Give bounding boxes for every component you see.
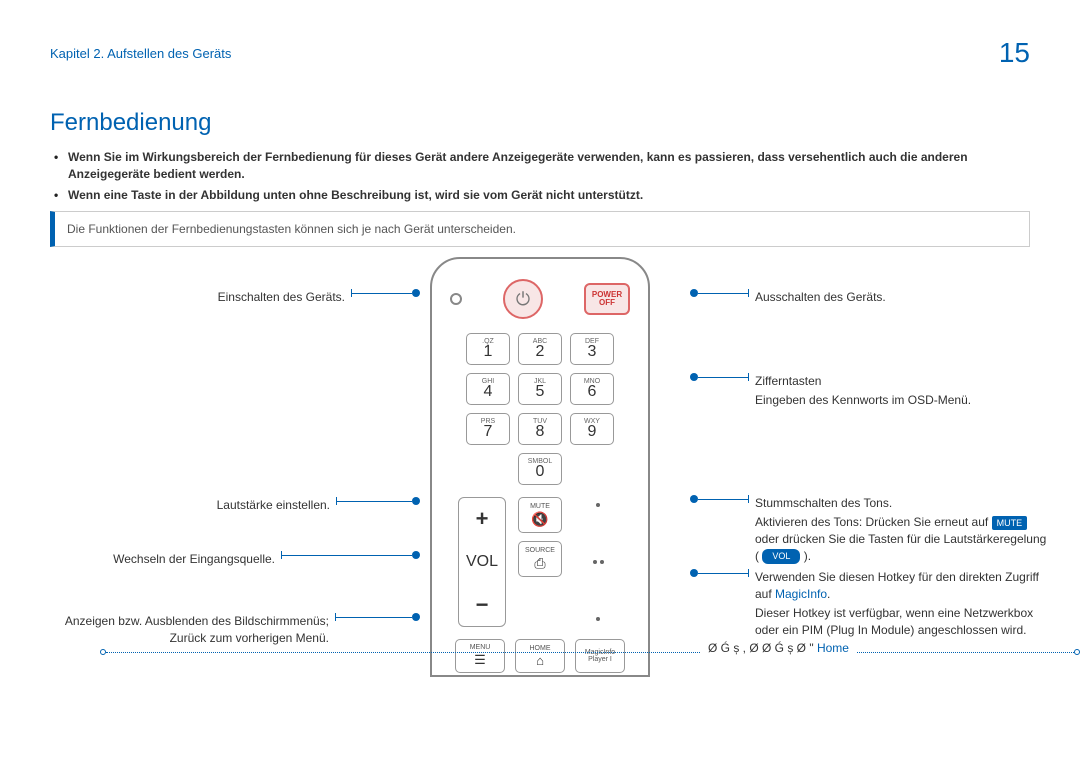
key-8-digit: 8 — [536, 423, 545, 441]
key-7: PRS7 — [466, 413, 510, 445]
mute-button: MUTE 🔇 — [518, 497, 562, 533]
key-0-digit: 0 — [536, 463, 545, 481]
label-keypad: Zifferntasten — [755, 374, 821, 388]
mute-label: MUTE — [530, 503, 550, 510]
volume-up-icon: + — [476, 506, 489, 532]
volume-down-icon: − — [476, 592, 489, 618]
chapter-title: Kapitel 2. Aufstellen des Geräts — [50, 46, 231, 61]
magicinfo-link[interactable]: MagicInfo — [775, 587, 827, 601]
key-1-digit: 1 — [484, 343, 493, 361]
label-magicinfo-sub: Dieser Hotkey ist verfügbar, wenn eine N… — [755, 605, 1050, 639]
source-label: SOURCE — [525, 547, 555, 554]
label-magicinfo: Verwenden Sie diesen Hotkey für den dire… — [755, 570, 1039, 601]
key-6-digit: 6 — [588, 383, 597, 401]
connector-icon — [336, 497, 420, 505]
magicinfo-label-2: Player I — [588, 656, 612, 664]
label-volume: Lautstärke einstellen. — [217, 497, 330, 514]
key-4: GHI4 — [466, 373, 510, 405]
key-9: WXY9 — [570, 413, 614, 445]
source-button: SOURCE ⎙ — [518, 541, 562, 577]
footer-connector — [100, 649, 1080, 655]
key-4-digit: 4 — [484, 383, 493, 401]
channel-up-icon — [596, 503, 600, 507]
key-3-digit: 3 — [588, 343, 597, 361]
label-mute-pre: Aktivieren des Tons: Drücken Sie erneut … — [755, 515, 992, 529]
label-keypad-sub: Eingeben des Kennworts im OSD-Menü. — [755, 392, 971, 409]
connector-icon — [351, 289, 420, 297]
key-7-digit: 7 — [484, 423, 493, 441]
menu-button: MENU ☰ — [455, 639, 505, 673]
ir-led-icon — [450, 293, 462, 305]
label-power-on: Einschalten des Geräts. — [218, 289, 345, 306]
source-icon: ⎙ — [534, 555, 545, 572]
key-2-digit: 2 — [536, 343, 545, 361]
label-menu: Anzeigen bzw. Ausblenden des Bildschirmm… — [50, 613, 329, 647]
volume-rocker: + VOL − — [458, 497, 506, 627]
home-button: HOME ⌂ — [515, 639, 565, 673]
volume-label: VOL — [466, 553, 498, 571]
connector-icon — [690, 495, 749, 503]
mute-icon: 🔇 — [531, 511, 548, 528]
vol-badge-icon: VOL — [762, 549, 800, 564]
power-on-button: ⏻ — [503, 279, 543, 319]
connector-icon — [690, 569, 749, 577]
intro-bullet-1: Wenn Sie im Wirkungsbereich der Fernbedi… — [58, 149, 1030, 183]
key-9-digit: 9 — [588, 423, 597, 441]
mute-badge-icon: MUTE — [992, 516, 1028, 531]
label-mute-sub: Aktivieren des Tons: Drücken Sie erneut … — [755, 514, 1050, 564]
label-mute-post: ). — [804, 549, 811, 563]
label-source: Wechseln der Eingangsquelle. — [113, 551, 275, 568]
channel-down-icon — [596, 617, 600, 621]
connector-icon — [690, 373, 749, 381]
label-mute: Stummschalten des Tons. — [755, 496, 892, 510]
label-power-off: Ausschalten des Geräts. — [755, 289, 886, 306]
key-0: SMBOL0 — [518, 453, 562, 485]
home-link[interactable]: Home — [817, 641, 849, 655]
info-box: Die Funktionen der Fernbedienungstasten … — [50, 211, 1030, 247]
key-2: ABC2 — [518, 333, 562, 365]
connector-icon — [281, 551, 420, 559]
power-off-label-bot: OFF — [599, 299, 615, 308]
power-off-button: POWER OFF — [584, 283, 630, 315]
remote-illustration: ⏻ POWER OFF .QZ1 ABC2 DEF3 GHI4 JKL5 MNO… — [430, 257, 650, 677]
channel-mid-icon — [593, 560, 604, 564]
content-area: Einschalten des Geräts. Lautstärke einst… — [50, 257, 1030, 677]
key-3: DEF3 — [570, 333, 614, 365]
magicinfo-button: MagicInfo Player I — [575, 639, 625, 673]
section-title: Fernbedienung — [50, 109, 1080, 137]
key-5: JKL5 — [518, 373, 562, 405]
key-5-digit: 5 — [536, 383, 545, 401]
page-number: 15 — [999, 37, 1030, 69]
connector-icon — [690, 289, 749, 297]
key-6: MNO6 — [570, 373, 614, 405]
key-8: TUV8 — [518, 413, 562, 445]
key-1: .QZ1 — [466, 333, 510, 365]
connector-icon — [335, 613, 420, 621]
intro-list: Wenn Sie im Wirkungsbereich der Fernbedi… — [50, 149, 1030, 203]
footer-symbols: Ø Ǵ ș , Ø Ø Ǵ ș Ø " — [708, 641, 817, 655]
intro-bullet-2: Wenn eine Taste in der Abbildung unten o… — [58, 187, 1030, 204]
